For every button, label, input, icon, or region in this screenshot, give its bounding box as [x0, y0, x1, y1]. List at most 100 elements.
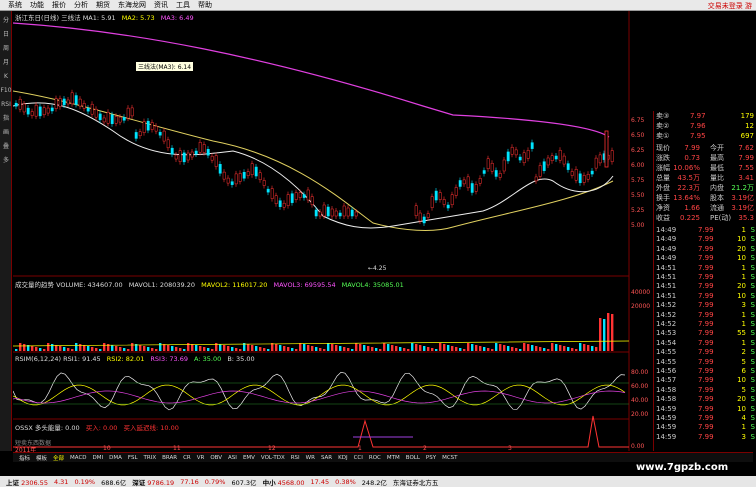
left-tool-9[interactable]: 叠	[0, 141, 12, 152]
candle-body	[30, 111, 34, 116]
indicator-tab-cci[interactable]: CCI	[354, 455, 363, 461]
left-tool-10[interactable]: 多	[0, 155, 12, 166]
candle-body	[206, 148, 210, 156]
volume-bar	[467, 343, 470, 351]
indicator-tab-boll[interactable]: BOLL	[406, 455, 420, 461]
volume-bar	[291, 348, 294, 351]
ossx-panel-title: OSSX 多头能量: 0.00 买入: 0.00 买入延迟线: 10.00	[15, 422, 179, 432]
indicator-tab-obv[interactable]: OBV	[210, 455, 222, 461]
login-status[interactable]: 交易未登录 游	[708, 1, 752, 11]
candle-body	[238, 173, 242, 182]
stat-value-2: 21.2万	[731, 184, 754, 192]
stat-label: 净资	[656, 204, 670, 212]
indicator-tab-mtm[interactable]: MTM	[387, 455, 400, 461]
candle-body	[498, 173, 502, 178]
menu-item-6[interactable]: 资讯	[154, 0, 168, 10]
volume-bar	[115, 346, 118, 351]
chart-area[interactable]: 浙江东日(日线) 三线法 MA1: 5.91 MA2: 5.73 MA3: 6.…	[13, 11, 653, 451]
candle-body	[530, 142, 534, 149]
stat-label: 收益	[656, 214, 670, 222]
indicator-tab-指标[interactable]: 指标	[19, 454, 30, 462]
indicator-tab-brar[interactable]: BRAR	[162, 455, 177, 461]
indicator-tab-fsl[interactable]: FSL	[128, 455, 138, 461]
candle-body	[18, 98, 22, 110]
left-tool-2[interactable]: 周	[0, 43, 12, 54]
menu-item-0[interactable]: 系统	[8, 0, 22, 10]
indicator-tab-cr[interactable]: CR	[183, 455, 191, 461]
indicator-tab-roc[interactable]: ROC	[369, 455, 381, 461]
zx-index[interactable]: 中小 4568.00	[263, 477, 305, 487]
left-tool-1[interactable]: 日	[0, 29, 12, 40]
candle-body	[266, 188, 270, 193]
volume-bar	[59, 346, 62, 351]
volume-bar	[259, 347, 262, 351]
volume-axis-label: 20000	[631, 303, 651, 310]
indicator-tab-asi[interactable]: ASI	[228, 455, 237, 461]
indicator-tab-emv[interactable]: EMV	[243, 455, 255, 461]
menu-item-7[interactable]: 工具	[176, 0, 190, 10]
indicator-tab-sar[interactable]: SAR	[321, 455, 332, 461]
menu-item-1[interactable]: 功能	[30, 0, 44, 10]
stat-value-2: 3.19亿	[731, 204, 754, 212]
indicator-tab-vr[interactable]: VR	[197, 455, 205, 461]
left-tool-8[interactable]: 画	[0, 127, 12, 138]
menu-item-4[interactable]: 期货	[96, 0, 110, 10]
indicator-tab-macd[interactable]: MACD	[70, 455, 87, 461]
candle-body	[102, 117, 106, 123]
mavol4-label: MAVOL4: 35085.01	[341, 281, 404, 289]
volume-bar	[347, 348, 350, 351]
sz-index[interactable]: 深证 9786.19	[132, 477, 174, 487]
indicator-tab-rsi[interactable]: RSI	[291, 455, 300, 461]
quote-panel: 卖③ 7.97 179 卖② 7.96 12 卖① 7.95 697 现价 7.99 今开 7.62 涨跌…	[653, 111, 756, 451]
stat-label-2: 股本	[710, 194, 724, 202]
indicator-tab-dmi[interactable]: DMI	[93, 455, 104, 461]
volume-bar	[595, 347, 598, 351]
candle-body	[74, 95, 78, 105]
menu-item-8[interactable]: 帮助	[198, 0, 212, 10]
volume-panel-title: 成交量的趋势 VOLUME: 434607.00 MAVOL1: 208039.…	[15, 279, 404, 289]
volume-bar	[407, 349, 410, 351]
volume-bar	[67, 348, 70, 351]
chart-canvas[interactable]	[13, 11, 653, 451]
menu-item-3[interactable]: 分析	[74, 0, 88, 10]
menu-item-2[interactable]: 报价	[52, 0, 66, 10]
candle-body	[182, 152, 186, 163]
volume-bar	[247, 344, 250, 351]
stat-label-2: 今开	[710, 144, 724, 152]
menu-item-5[interactable]: 东海龙网	[118, 0, 146, 10]
candle-body	[454, 187, 458, 196]
candle-body	[558, 149, 562, 161]
indicator-tab-模板[interactable]: 模板	[36, 454, 47, 462]
stat-label-2: 最高	[710, 154, 724, 162]
left-tool-6[interactable]: RSI	[0, 99, 12, 110]
volume-bar	[207, 348, 210, 351]
indicator-tab-mcst[interactable]: MCST	[442, 455, 457, 461]
left-tool-3[interactable]: 月	[0, 57, 12, 68]
candle-body	[226, 177, 230, 184]
left-tool-0[interactable]: 分	[0, 15, 12, 26]
indicator-tab-kdj[interactable]: KDJ	[338, 455, 347, 461]
candle-body	[610, 150, 614, 162]
candle-body	[82, 103, 86, 109]
indicator-tab-trix[interactable]: TRIX	[144, 455, 157, 461]
indicator-tab-wr[interactable]: WR	[306, 455, 315, 461]
sh-index[interactable]: 上证 2306.55	[6, 477, 48, 487]
volume-bar	[255, 346, 258, 351]
indicator-tab-全部[interactable]: 全部	[53, 454, 64, 462]
stat-row: 总量 43.5万 量比 3.41	[656, 173, 756, 183]
indicator-tab-psy[interactable]: PSY	[426, 455, 436, 461]
candle-body	[314, 209, 318, 217]
left-tool-7[interactable]: 指	[0, 113, 12, 124]
ossx-title: OSSX 多头能量: 0.00	[15, 424, 80, 432]
sz-amount: 607.3亿	[231, 478, 257, 487]
indicator-tab-vol-tdx[interactable]: VOL-TDX	[261, 455, 285, 461]
left-tool-5[interactable]: F10	[0, 85, 12, 96]
candle-body	[538, 165, 542, 177]
stat-label: 总量	[656, 174, 670, 182]
volume-bar	[203, 347, 206, 351]
volume-bar	[499, 344, 502, 351]
left-tool-4[interactable]: K	[0, 71, 12, 82]
candle-body	[474, 184, 478, 192]
candle-body	[470, 183, 474, 193]
indicator-tab-dma[interactable]: DMA	[109, 455, 122, 461]
